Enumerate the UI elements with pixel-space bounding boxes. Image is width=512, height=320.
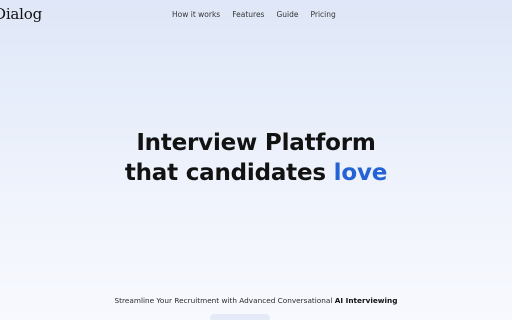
nav-link-guide[interactable]: Guide <box>276 10 298 19</box>
nav-link-features[interactable]: Features <box>232 10 264 19</box>
cta-button-partial[interactable] <box>210 314 270 320</box>
hero-accent-word: love <box>333 160 388 186</box>
brand-logo[interactable]: Dialog <box>0 5 42 23</box>
subtitle-text: Streamline Your Recruitment with Advance… <box>114 296 335 305</box>
hero-line-2-prefix: that candidates <box>124 160 334 186</box>
hero-line-1: Interview Platform <box>136 130 376 156</box>
top-nav: How it works Features Guide Pricing <box>172 10 336 19</box>
nav-link-pricing[interactable]: Pricing <box>311 10 336 19</box>
subtitle-emphasis: AI Interviewing <box>334 296 398 305</box>
nav-link-how-it-works[interactable]: How it works <box>172 10 220 19</box>
hero-subtitle: Streamline Your Recruitment with Advance… <box>0 296 512 305</box>
hero-heading: Interview Platform that candidates love <box>0 128 512 188</box>
